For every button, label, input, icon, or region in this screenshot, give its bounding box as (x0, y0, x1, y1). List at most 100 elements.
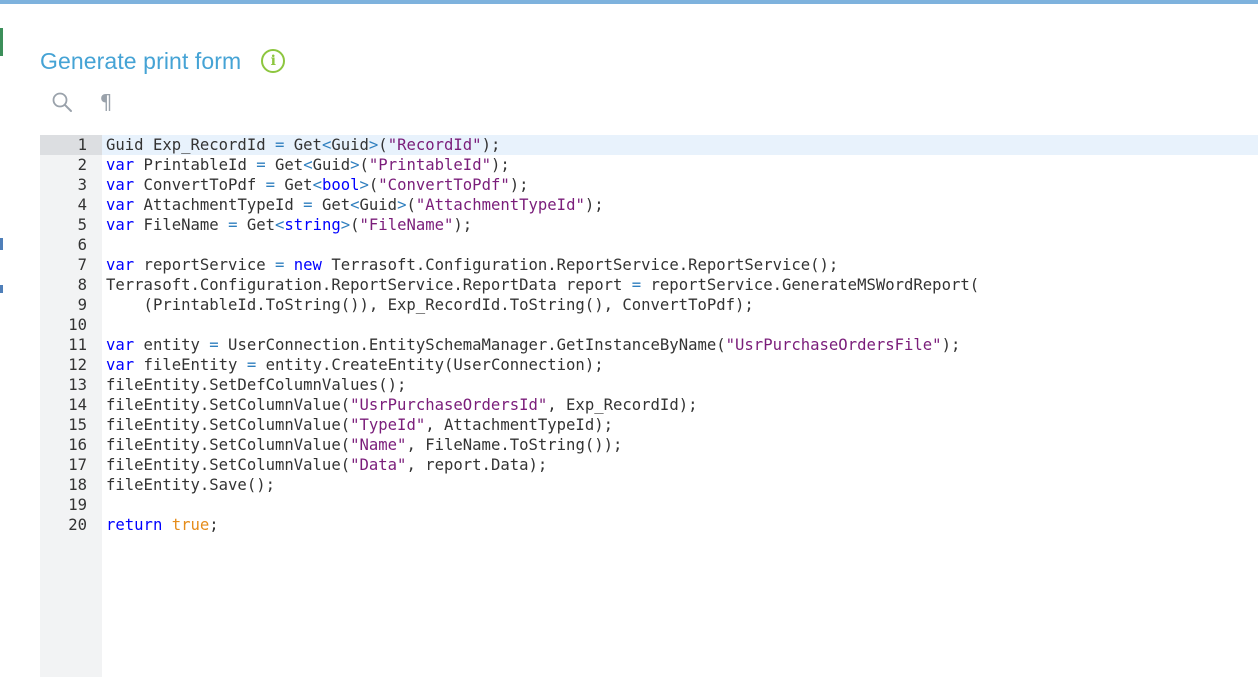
code-text: return true; (106, 515, 219, 535)
code-token: fileEntity (134, 356, 247, 374)
code-line[interactable]: 14 fileEntity.SetColumnValue("UsrPurchase… (40, 395, 1258, 415)
search-button[interactable] (50, 90, 74, 114)
line-number: 11 (68, 336, 87, 354)
code-token: = (265, 176, 275, 194)
code-token: AttachmentTypeId (134, 196, 304, 214)
code-line[interactable]: 2 var PrintableId = Get<Guid>("PrintableI… (40, 155, 1258, 175)
code-line-background (102, 515, 1258, 535)
code-token: return (106, 516, 163, 534)
left-edge-marker (0, 285, 3, 293)
code-text: var reportService = new Terrasoft.Config… (106, 255, 838, 275)
code-text: fileEntity.SetColumnValue("Name", FileNa… (106, 435, 622, 455)
left-edge-marker (0, 238, 3, 250)
code-token: true (171, 516, 210, 534)
code-line[interactable]: 5 var FileName = Get<string>("FileName"); (40, 215, 1258, 235)
code-line[interactable]: 4 var AttachmentTypeId = Get<Guid>("Attac… (40, 195, 1258, 215)
code-token: < (312, 176, 322, 194)
code-text: fileEntity.Save(); (106, 475, 275, 495)
line-number: 15 (68, 416, 87, 434)
code-text: fileEntity.SetColumnValue("TypeId", Atta… (106, 415, 613, 435)
code-line[interactable]: 7 var reportService = new Terrasoft.Confi… (40, 255, 1258, 275)
code-token: ); (453, 216, 473, 234)
code-token: Terrasoft.Configuration.ReportService.Re… (321, 256, 839, 274)
line-number: 13 (68, 376, 87, 394)
code-token: "ConvertToPdf" (378, 176, 510, 194)
code-token: var (106, 256, 135, 274)
line-number: 5 (77, 216, 87, 234)
code-token: < (303, 156, 313, 174)
code-line[interactable]: 8 Terrasoft.Configuration.ReportService.R… (40, 275, 1258, 295)
code-token: < (275, 216, 285, 234)
code-text: var FileName = Get<string>("FileName"); (106, 215, 472, 235)
line-number: 20 (68, 516, 87, 534)
code-token: ( (378, 136, 388, 154)
code-token: fileEntity.SetColumnValue( (106, 436, 351, 454)
code-token: Guid (312, 156, 351, 174)
code-token: Get (275, 176, 313, 194)
code-line[interactable]: 19 (40, 495, 1258, 515)
line-number: 14 (68, 396, 87, 414)
code-token: ( (359, 156, 369, 174)
code-line[interactable]: 15 fileEntity.SetColumnValue("TypeId", At… (40, 415, 1258, 435)
code-line[interactable]: 18 fileEntity.Save(); (40, 475, 1258, 495)
top-accent-bar (0, 0, 1258, 4)
code-text: (PrintableId.ToString()), Exp_RecordId.T… (106, 295, 754, 315)
code-token: entity (134, 336, 210, 354)
code-line[interactable]: 17 fileEntity.SetColumnValue("Data", repo… (40, 455, 1258, 475)
code-line[interactable]: 11 var entity = UserConnection.EntitySche… (40, 335, 1258, 355)
code-line[interactable]: 6 (40, 235, 1258, 255)
pilcrow-icon: ¶ (99, 90, 113, 114)
code-token: "RecordId" (387, 136, 482, 154)
code-token: fileEntity.SetColumnValue( (106, 396, 351, 414)
code-token: , report.Data); (406, 456, 548, 474)
code-token: var (106, 156, 135, 174)
line-number: 12 (68, 356, 87, 374)
code-token: FileName (134, 216, 229, 234)
code-token: ; (209, 516, 219, 534)
code-line[interactable]: 1 Guid Exp_RecordId = Get<Guid>("RecordId… (40, 135, 1258, 155)
show-formatting-button[interactable]: ¶ (94, 90, 118, 114)
code-token: Get (237, 216, 276, 234)
code-line[interactable]: 9 (PrintableId.ToString()), Exp_RecordId… (40, 295, 1258, 315)
code-token: < (350, 196, 360, 214)
code-token: ( (350, 216, 360, 234)
code-line[interactable]: 12 var fileEntity = entity.CreateEntity(U… (40, 355, 1258, 375)
code-line[interactable]: 10 (40, 315, 1258, 335)
line-number: 8 (77, 276, 87, 294)
code-token: = (209, 336, 219, 354)
line-number: 16 (68, 436, 87, 454)
code-token: fileEntity.Save(); (106, 476, 275, 494)
code-token: ConvertToPdf (134, 176, 266, 194)
code-token: "FileName" (359, 216, 454, 234)
code-token: "PrintableId" (368, 156, 491, 174)
code-text: fileEntity.SetColumnValue("UsrPurchaseOr… (106, 395, 697, 415)
line-number: 3 (77, 176, 87, 194)
code-token: , AttachmentTypeId); (425, 416, 613, 434)
code-token: fileEntity.SetColumnValue( (106, 416, 351, 434)
code-token: Guid (331, 136, 369, 154)
code-token: = (303, 196, 313, 214)
code-token: "UsrPurchaseOrdersFile" (725, 336, 942, 354)
code-token: Get (284, 136, 322, 154)
info-icon[interactable]: i (261, 49, 286, 73)
code-token: entity.CreateEntity(UserConnection); (256, 356, 604, 374)
code-token: new (293, 256, 322, 274)
code-text: var ConvertToPdf = Get<bool>("ConvertToP… (106, 175, 529, 195)
line-number: 19 (68, 496, 87, 514)
code-line-background (102, 235, 1258, 255)
code-text: fileEntity.SetColumnValue("Data", report… (106, 455, 547, 475)
code-line[interactable]: 16 fileEntity.SetColumnValue("Name", File… (40, 435, 1258, 455)
code-token: "AttachmentTypeId" (415, 196, 585, 214)
code-line[interactable]: 13 fileEntity.SetDefColumnValues(); (40, 375, 1258, 395)
code-editor[interactable]: 1 Guid Exp_RecordId = Get<Guid>("RecordId… (40, 135, 1258, 677)
code-token: var (106, 216, 135, 234)
line-number: 6 (77, 236, 87, 254)
code-line[interactable]: 3 var ConvertToPdf = Get<bool>("ConvertTo… (40, 175, 1258, 195)
code-token: < (321, 136, 332, 154)
code-token: "Data" (350, 456, 407, 474)
code-token: Get (265, 156, 304, 174)
code-line[interactable]: 20 return true; (40, 515, 1258, 535)
line-number: 18 (68, 476, 87, 494)
code-token: reportService (134, 256, 275, 274)
